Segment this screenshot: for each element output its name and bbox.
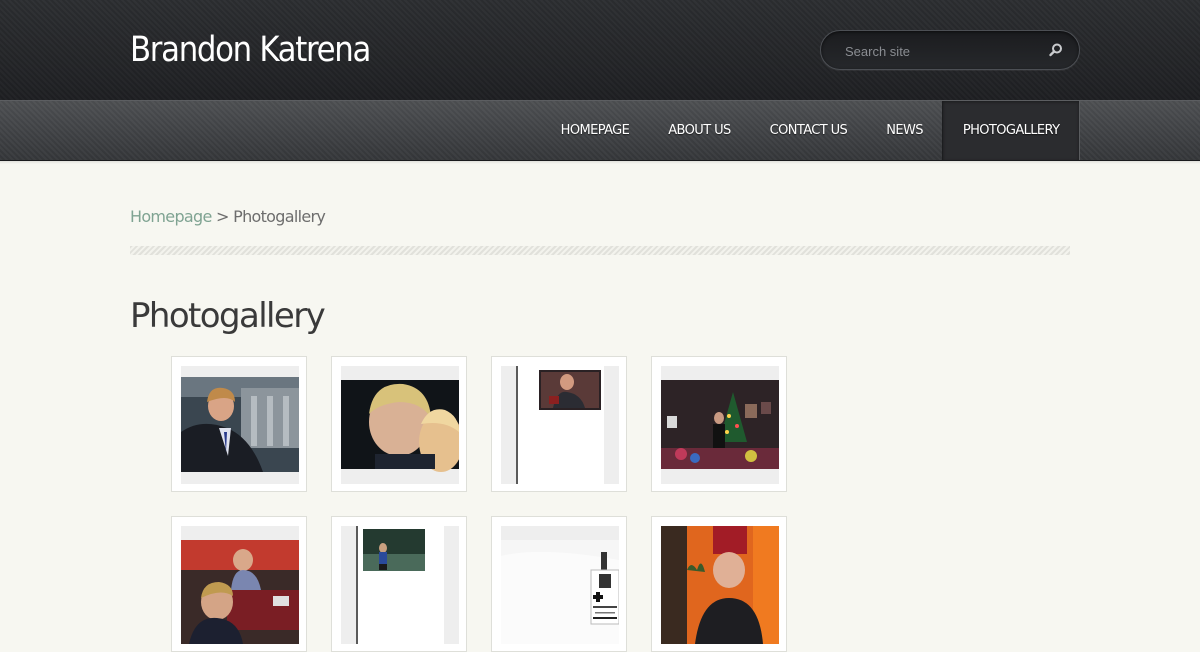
search-input[interactable] [843,40,1037,62]
photo-scanned-page-outdoor-picture-icon [341,526,459,644]
photo-people-at-dinner-table-icon [181,526,299,644]
photo-volunteer-badge-icon [501,526,619,644]
gallery-thumbnail[interactable] [171,516,307,652]
gallery-thumbnail[interactable] [491,516,627,652]
breadcrumb-separator: > [216,207,229,226]
gallery-thumbnail[interactable] [171,356,307,492]
gallery-thumbnail[interactable] [331,516,467,652]
gallery-thumbnail[interactable] [651,516,787,652]
photo-man-in-red-fez-icon [661,526,779,644]
hatched-divider [130,246,1070,255]
photo-christmas-tree-room-icon [661,366,779,484]
search-icon[interactable] [1047,41,1065,59]
breadcrumb-home-link[interactable]: Homepage [130,207,212,226]
header-shadow [0,160,1200,164]
nav-item-news[interactable]: NEWS [867,101,943,160]
site-title[interactable]: Brandon Katrena [130,30,371,70]
main-navigation: HOMEPAGE ABOUT US CONTACT US NEWS PHOTOG… [0,100,1200,161]
photo-young-man-in-suit-icon [181,366,299,484]
gallery-thumbnail[interactable] [491,356,627,492]
photo-two-people-selfie-icon [341,366,459,484]
search-box [820,30,1080,70]
breadcrumb-current: Photogallery [233,207,326,226]
nav-item-about-us[interactable]: ABOUT US [649,101,750,160]
nav-item-contact-us[interactable]: CONTACT US [750,101,867,160]
nav-list: HOMEPAGE ABOUT US CONTACT US NEWS PHOTOG… [541,101,1080,160]
breadcrumb: Homepage > Photogallery [130,207,326,226]
gallery-thumbnail[interactable] [331,356,467,492]
nav-item-photogallery[interactable]: PHOTOGALLERY [942,101,1080,160]
photo-scanned-page-with-picture-icon [501,366,619,484]
nav-item-homepage[interactable]: HOMEPAGE [541,101,649,160]
page-title: Photogallery [130,296,326,336]
site-header: Brandon Katrena [0,0,1200,100]
gallery-thumbnail[interactable] [651,356,787,492]
